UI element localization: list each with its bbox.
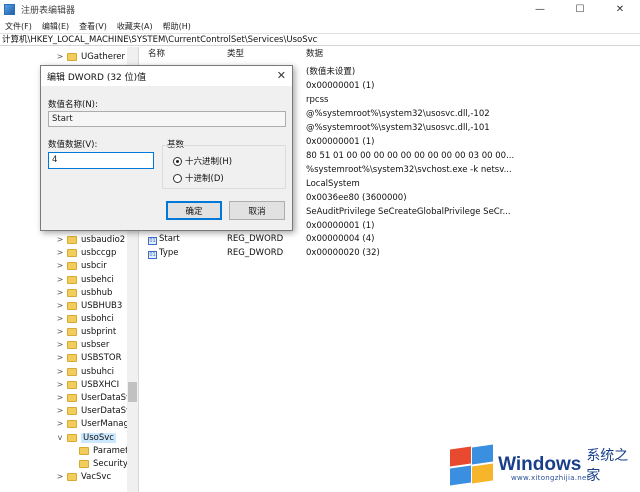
folder-icon — [67, 406, 77, 415]
column-header-name[interactable]: 名称 — [148, 47, 165, 61]
tree-item[interactable]: Security — [68, 457, 128, 470]
folder-icon — [67, 288, 77, 297]
menu-bar: 文件(F) 编辑(E) 查看(V) 收藏夹(A) 帮助(H) — [0, 19, 640, 33]
menu-edit[interactable]: 编辑(E) — [37, 21, 74, 32]
value-row-start[interactable]: 01 Start REG_DWORD 0x00000004 (4) — [142, 233, 640, 246]
value-data-label: 数值数据(V): — [48, 140, 98, 150]
expand-chevron-icon[interactable]: > — [56, 261, 64, 270]
folder-icon — [67, 367, 77, 376]
window-title: 注册表编辑器 — [21, 6, 76, 16]
folder-icon — [67, 472, 77, 481]
tree-item[interactable]: > usbccgp — [56, 246, 117, 259]
folder-icon — [67, 52, 77, 61]
expand-chevron-icon[interactable]: > — [56, 248, 64, 257]
expand-chevron-icon[interactable]: > — [56, 380, 64, 389]
expand-chevron-icon[interactable]: > — [56, 340, 64, 349]
tree-item[interactable]: > UserDataSvc — [56, 404, 136, 417]
watermark: Windows 系统之家 www.xitongzhijia.net — [448, 437, 640, 492]
edit-dword-dialog: 编辑 DWORD (32 位)值 ✕ 数值名称(N): Start 数值数据(V… — [40, 65, 293, 231]
tree-item[interactable]: > usbser — [56, 338, 110, 351]
dialog-title: 编辑 DWORD (32 位)值 — [47, 72, 147, 83]
address-bar[interactable]: 计算机\HKEY_LOCAL_MACHINE\SYSTEM\CurrentCon… — [0, 33, 640, 46]
folder-icon — [67, 235, 77, 244]
radio-checked-icon[interactable] — [173, 156, 182, 166]
expand-chevron-icon[interactable]: > — [56, 327, 64, 336]
folder-icon — [67, 393, 77, 402]
column-header-type[interactable]: 类型 — [227, 47, 244, 61]
folder-icon — [67, 419, 77, 428]
expand-chevron-icon[interactable]: > — [56, 472, 64, 481]
maximize-button[interactable]: ☐ — [560, 0, 600, 19]
folder-icon — [67, 327, 77, 336]
expand-chevron-icon[interactable]: > — [56, 406, 64, 415]
regedit-app-icon — [4, 4, 15, 15]
tree-item[interactable]: > usbehci — [56, 273, 114, 286]
tree-item[interactable]: > usbuhci — [56, 365, 114, 378]
minimize-button[interactable]: — — [520, 0, 560, 19]
column-header-data[interactable]: 数据 — [306, 47, 323, 61]
expand-chevron-icon[interactable]: > — [56, 301, 64, 310]
dword-value-icon: 01 — [148, 237, 157, 245]
folder-icon — [79, 446, 89, 455]
expand-chevron-icon[interactable]: > — [56, 353, 64, 362]
title-bar: 注册表编辑器 — ☐ ✕ — [0, 0, 640, 19]
tree-item[interactable]: > UserManage — [56, 417, 135, 430]
expand-chevron-icon[interactable]: > — [56, 235, 64, 244]
value-row-type[interactable]: 01 Type REG_DWORD 0x00000020 (32) — [142, 247, 640, 260]
expand-chevron-icon[interactable]: > — [56, 367, 64, 376]
ok-button[interactable]: 确定 — [166, 201, 222, 220]
folder-open-icon — [67, 433, 77, 442]
watermark-url: www.xitongzhijia.net — [511, 474, 590, 482]
tree-item[interactable]: > VacSvc — [56, 470, 112, 483]
tree-item[interactable]: > usbprint — [56, 325, 117, 338]
menu-view[interactable]: 查看(V) — [74, 21, 112, 32]
expand-chevron-icon[interactable]: > — [56, 288, 64, 297]
tree-item[interactable]: > USBHUB3 — [56, 299, 123, 312]
menu-file[interactable]: 文件(F) — [0, 21, 37, 32]
watermark-brand: Windows — [498, 453, 582, 475]
folder-icon — [67, 248, 77, 257]
tree-item[interactable]: > usbcir — [56, 259, 107, 272]
tree-item[interactable]: > USBSTOR — [56, 351, 122, 364]
menu-favorites[interactable]: 收藏夹(A) — [112, 21, 158, 32]
dword-value-icon: 01 — [148, 251, 157, 259]
expand-chevron-icon[interactable]: > — [56, 419, 64, 428]
hex-radio[interactable]: 十六进制(H) — [173, 155, 232, 167]
expand-chevron-icon[interactable]: > — [56, 52, 64, 61]
tree-item[interactable]: > usbaudio2 — [56, 233, 126, 246]
tree-scrollbar-thumb[interactable] — [128, 382, 137, 402]
decimal-radio[interactable]: 十进制(D) — [173, 172, 224, 184]
tree-item[interactable]: > usbohci — [56, 312, 114, 325]
value-name-label: 数值名称(N): — [48, 100, 98, 110]
tree-item-selected[interactable]: v UsoSvc — [56, 431, 116, 444]
tree-item[interactable]: > usbhub — [56, 286, 113, 299]
menu-help[interactable]: 帮助(H) — [158, 21, 196, 32]
folder-icon — [67, 353, 77, 362]
folder-icon — [67, 380, 77, 389]
cancel-button[interactable]: 取消 — [229, 201, 285, 220]
windows-logo-icon — [448, 444, 493, 485]
value-data-input[interactable]: 4 — [48, 152, 154, 169]
close-window-button[interactable]: ✕ — [600, 0, 640, 19]
radio-unchecked-icon[interactable] — [173, 173, 182, 183]
watermark-sub: 系统之家 — [586, 447, 629, 484]
dialog-title-bar: 编辑 DWORD (32 位)值 ✕ — [41, 66, 292, 86]
tree-item[interactable]: > UGatherer — [56, 50, 125, 63]
folder-icon — [67, 275, 77, 284]
folder-icon — [79, 459, 89, 468]
expand-chevron-icon[interactable]: > — [56, 393, 64, 402]
folder-icon — [67, 301, 77, 310]
folder-icon — [67, 314, 77, 323]
tree-item[interactable]: > UserDataSvc — [56, 391, 136, 404]
dialog-close-icon[interactable]: ✕ — [277, 69, 286, 82]
folder-icon — [67, 340, 77, 349]
collapse-chevron-icon[interactable]: v — [56, 433, 64, 442]
expand-chevron-icon[interactable]: > — [56, 314, 64, 323]
expand-chevron-icon[interactable]: > — [56, 275, 64, 284]
tree-item[interactable]: > USBXHCI — [56, 378, 119, 391]
folder-icon — [67, 261, 77, 270]
value-name-field: Start — [48, 111, 286, 127]
